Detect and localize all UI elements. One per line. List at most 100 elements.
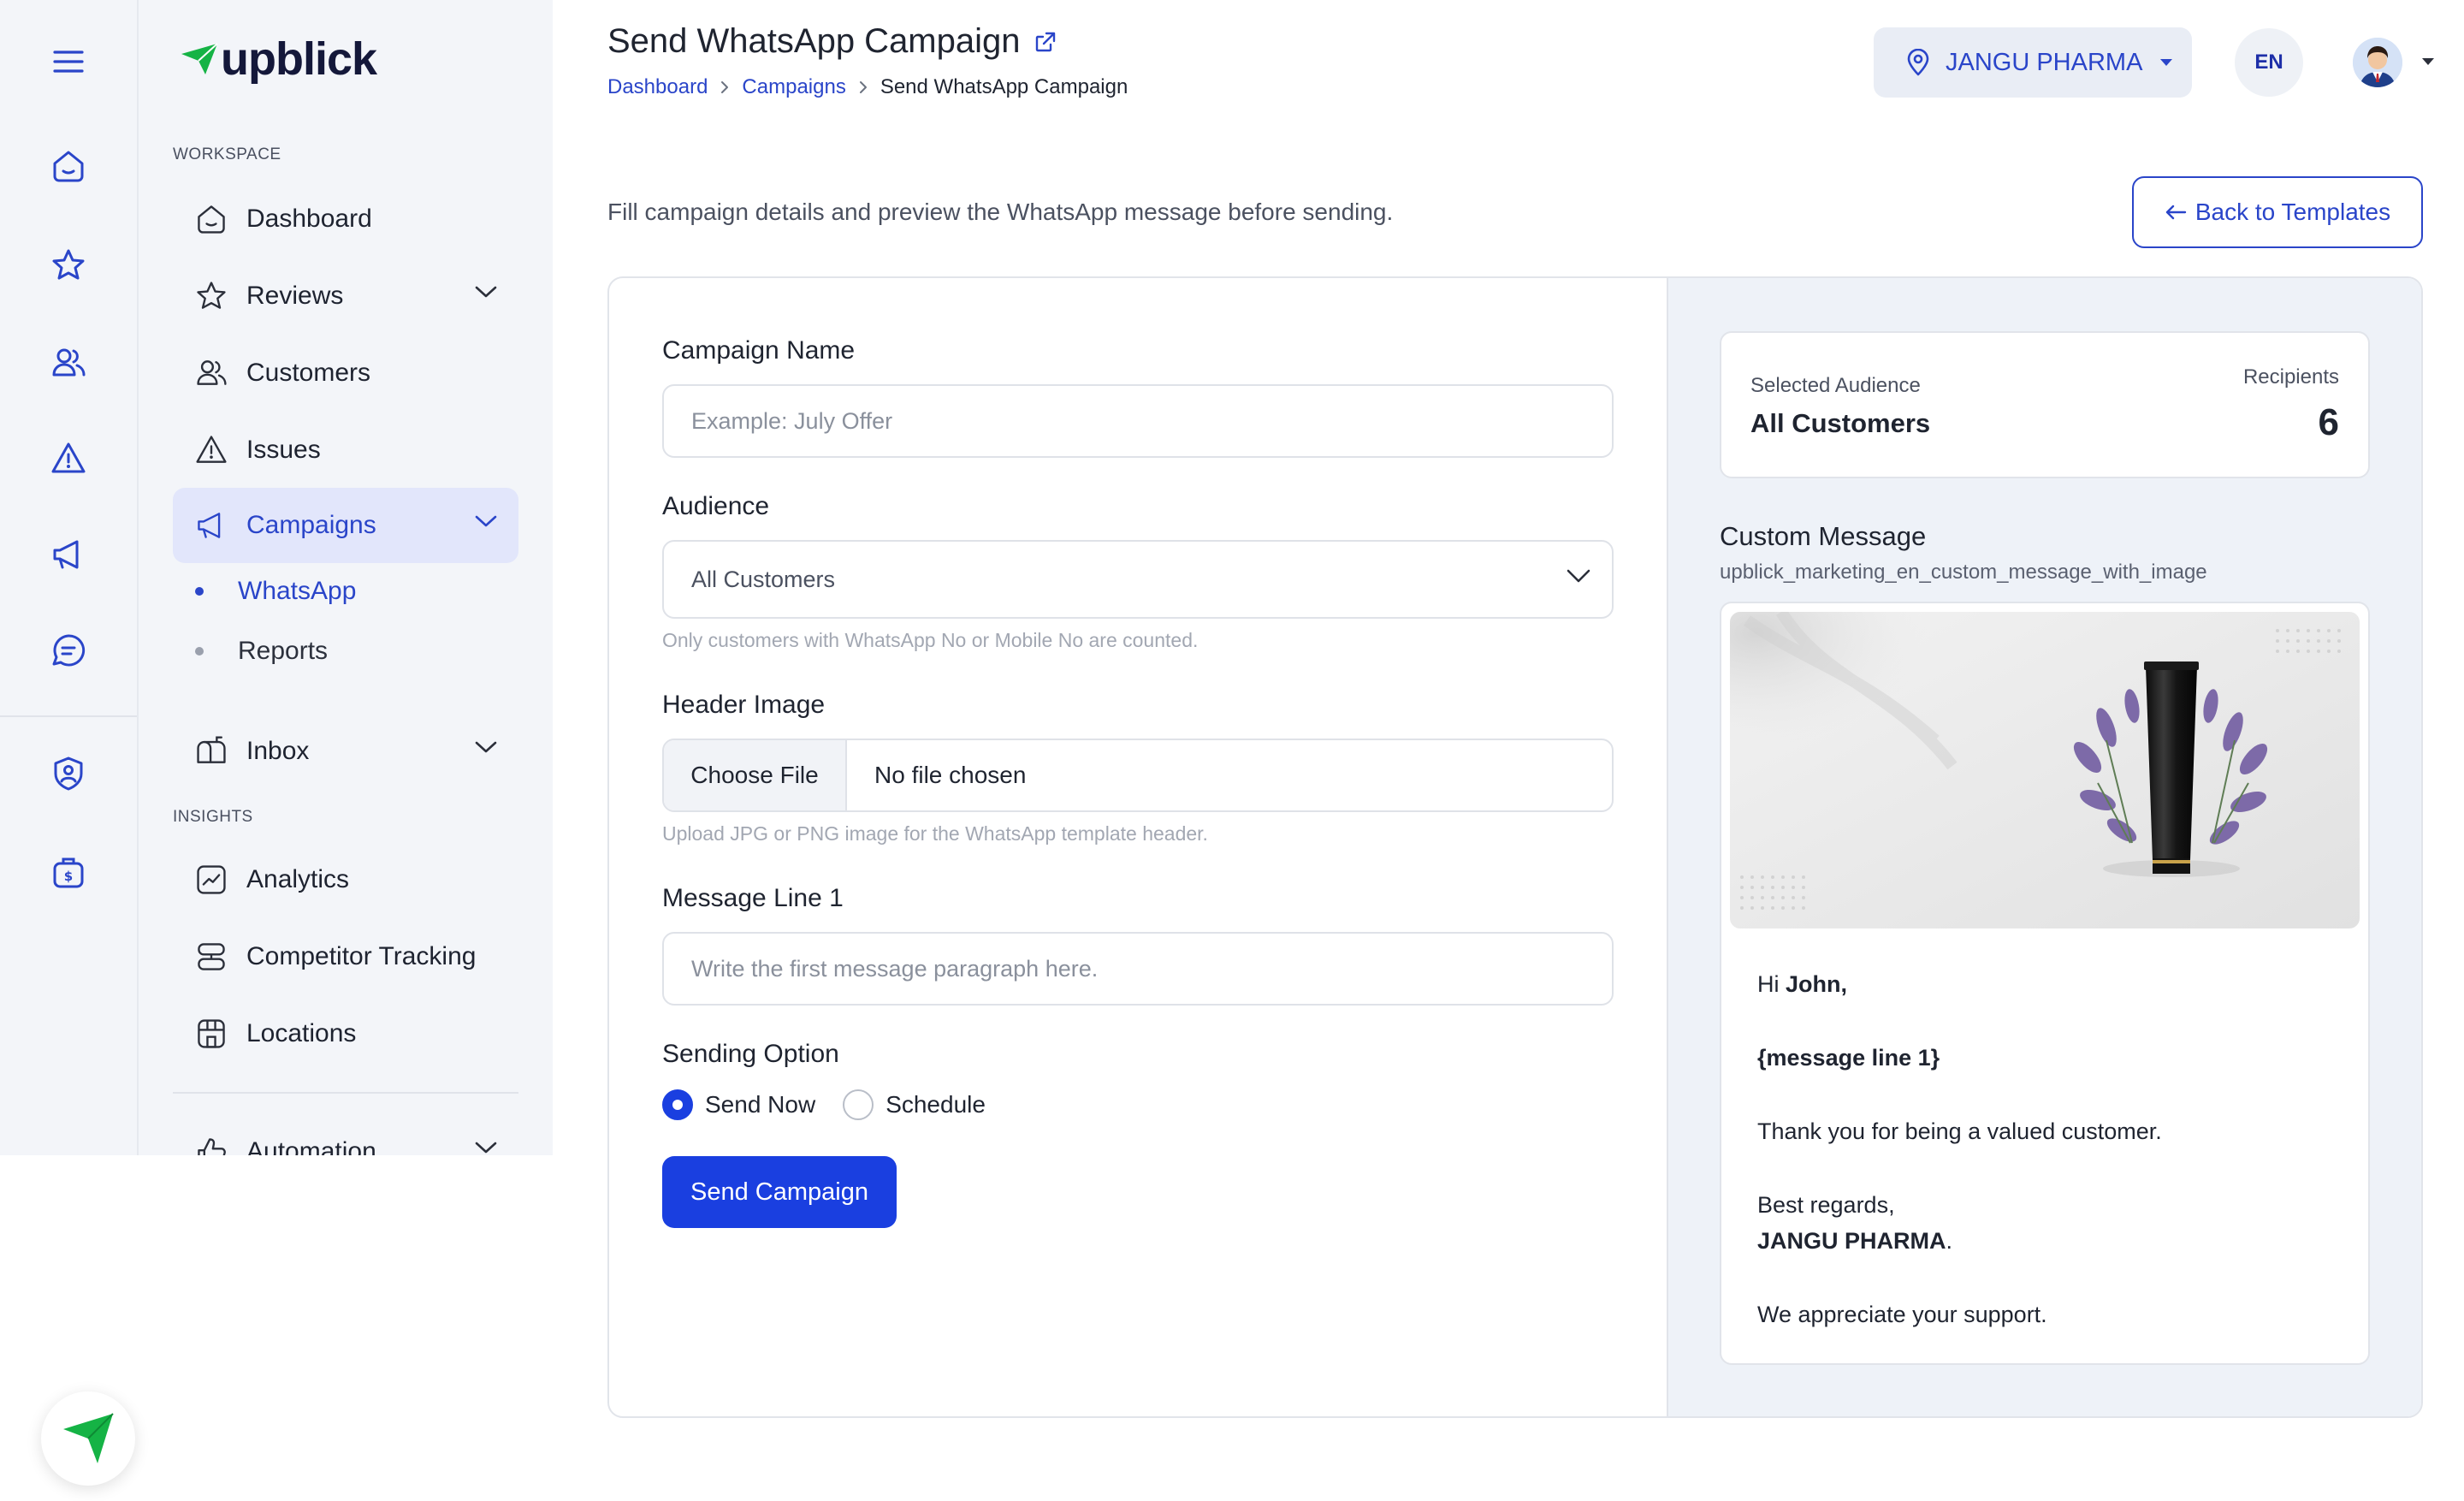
radio-schedule[interactable] bbox=[843, 1089, 874, 1120]
chevron-down-icon bbox=[474, 1140, 498, 1155]
server-icon bbox=[193, 939, 229, 975]
external-link-icon[interactable] bbox=[1034, 31, 1057, 53]
radio-send-now-label[interactable]: Send Now bbox=[705, 1091, 815, 1118]
store-icon bbox=[193, 1016, 229, 1052]
rail-divider bbox=[0, 715, 137, 717]
audience-select[interactable]: All Customers bbox=[662, 540, 1614, 619]
caret-down-icon bbox=[2160, 59, 2173, 66]
sidebar-divider bbox=[173, 1092, 518, 1094]
chat-icon[interactable] bbox=[39, 621, 98, 679]
message-placeholder-line: {message line 1} bbox=[1757, 1045, 1940, 1071]
chevron-down-icon bbox=[474, 284, 498, 300]
caret-down-icon[interactable] bbox=[2421, 57, 2435, 66]
message-closing: We appreciate your support. bbox=[1757, 1302, 2047, 1327]
language-switcher[interactable]: EN bbox=[2235, 28, 2303, 97]
audience-label: Audience bbox=[662, 492, 770, 520]
breadcrumb-dashboard[interactable]: Dashboard bbox=[607, 75, 708, 99]
campaign-name-label: Campaign Name bbox=[662, 336, 856, 365]
sidebar-item-label: Dashboard bbox=[246, 205, 372, 233]
star-icon[interactable] bbox=[39, 236, 98, 294]
audience-summary-card: Selected Audience All Customers Recipien… bbox=[1720, 331, 2370, 478]
audience-help-text: Only customers with WhatsApp No or Mobil… bbox=[662, 629, 1199, 651]
sidebar-item-locations[interactable]: Locations bbox=[173, 996, 518, 1071]
warning-icon bbox=[193, 432, 229, 468]
bullet-dot bbox=[195, 647, 204, 656]
sidebar-item-campaigns[interactable]: Campaigns bbox=[173, 488, 518, 563]
section-label-insights: INSIGHTS bbox=[173, 808, 253, 826]
avatar[interactable] bbox=[2353, 38, 2402, 87]
chevron-down-icon bbox=[1566, 567, 1591, 584]
home-icon bbox=[193, 201, 229, 237]
map-pin-icon bbox=[1907, 49, 1929, 76]
back-button-label: Back to Templates bbox=[2194, 199, 2391, 225]
campaign-name-input[interactable]: Example: July Offer bbox=[662, 384, 1614, 458]
thumb-icon bbox=[193, 1134, 229, 1155]
chart-icon bbox=[193, 862, 229, 898]
sidebar-item-competitor-tracking[interactable]: Competitor Tracking bbox=[173, 919, 518, 994]
upblick-logo[interactable]: upblick bbox=[180, 33, 377, 86]
radio-schedule-label[interactable]: Schedule bbox=[886, 1091, 986, 1118]
message-line-input[interactable]: Write the first message paragraph here. bbox=[662, 932, 1614, 1006]
message-greeting: Hi John, bbox=[1757, 971, 1847, 997]
home-icon[interactable] bbox=[39, 137, 98, 195]
sidebar-subitem-label: Reports bbox=[238, 637, 329, 665]
sidebar-item-label: Automation bbox=[246, 1137, 376, 1155]
mailbox-icon bbox=[193, 733, 229, 769]
page-title-text: Send WhatsApp Campaign bbox=[607, 22, 1021, 60]
chevron-down-icon bbox=[474, 739, 498, 755]
sidebar-item-reviews[interactable]: Reviews bbox=[173, 258, 518, 334]
header-image-file-input[interactable]: Choose File No file chosen bbox=[662, 739, 1614, 812]
campaign-card: Campaign Name Example: July Offer Audien… bbox=[607, 276, 2423, 1418]
file-name-text: No file chosen bbox=[874, 762, 1027, 788]
sidebar-item-dashboard[interactable]: Dashboard bbox=[173, 181, 518, 257]
sidebar-subitem-whatsapp[interactable]: WhatsApp bbox=[195, 577, 356, 606]
audience-selected-value: All Customers bbox=[691, 566, 836, 592]
header-image-preview bbox=[1730, 612, 2360, 928]
selected-audience-value: All Customers bbox=[1750, 408, 1931, 438]
star-icon bbox=[193, 278, 229, 314]
breadcrumb-campaigns[interactable]: Campaigns bbox=[742, 75, 845, 99]
billing-icon[interactable]: $ bbox=[39, 844, 98, 902]
location-selector[interactable]: JANGU PHARMA bbox=[1874, 27, 2192, 98]
template-name: upblick_marketing_en_custom_message_with… bbox=[1720, 561, 2207, 584]
send-campaign-button[interactable]: Send Campaign bbox=[662, 1156, 897, 1228]
sidebar-item-label: Analytics bbox=[246, 865, 350, 893]
breadcrumb: Dashboard Campaigns Send WhatsApp Campai… bbox=[607, 75, 1128, 99]
sidebar-subitem-label: WhatsApp bbox=[238, 577, 357, 605]
header-image-help-text: Upload JPG or PNG image for the WhatsApp… bbox=[662, 822, 1208, 845]
sidebar-item-label: Customers bbox=[246, 359, 371, 387]
sidebar-item-inbox[interactable]: Inbox bbox=[173, 714, 518, 789]
sidebar-item-analytics[interactable]: Analytics bbox=[173, 842, 518, 917]
radio-send-now[interactable] bbox=[662, 1089, 693, 1120]
logo-text: upblick bbox=[221, 33, 377, 85]
icon-rail: $ bbox=[0, 0, 139, 1155]
shield-user-icon[interactable] bbox=[39, 745, 98, 803]
selected-audience-label: Selected Audience bbox=[1750, 374, 1921, 397]
sidebar-subitem-reports[interactable]: Reports bbox=[195, 637, 328, 666]
users-icon bbox=[193, 355, 229, 391]
menu-icon[interactable] bbox=[39, 33, 98, 91]
whatsapp-message-preview: Hi John, {message line 1} Thank you for … bbox=[1720, 602, 2370, 1365]
sidebar-item-customers[interactable]: Customers bbox=[173, 335, 518, 411]
users-icon[interactable] bbox=[39, 334, 98, 392]
back-to-templates-button[interactable]: Back to Templates bbox=[2132, 176, 2423, 248]
page-title: Send WhatsApp Campaign bbox=[607, 22, 1057, 61]
megaphone-icon[interactable] bbox=[39, 525, 98, 584]
choose-file-button[interactable]: Choose File bbox=[664, 740, 847, 810]
svg-text:$: $ bbox=[64, 869, 73, 884]
floating-assistant-button[interactable] bbox=[41, 1391, 135, 1486]
arrow-left-icon bbox=[2165, 205, 2187, 220]
warning-icon[interactable] bbox=[39, 430, 98, 488]
user-avatar-icon bbox=[2353, 38, 2402, 87]
bullet-dot bbox=[195, 587, 204, 596]
sidebar-item-label: Reviews bbox=[246, 282, 344, 310]
sidebar: upblick WORKSPACE Dashboard Reviews Cust… bbox=[139, 0, 553, 1155]
logo-arrow-icon bbox=[181, 43, 218, 74]
sidebar-item-issues[interactable]: Issues bbox=[173, 412, 518, 488]
message-thanks: Thank you for being a valued customer. bbox=[1757, 1118, 2162, 1144]
sidebar-item-automation[interactable]: Automation bbox=[173, 1114, 518, 1155]
message-preview-pane: Selected Audience All Customers Recipien… bbox=[1667, 278, 2421, 1416]
sending-option-group: Send Now Schedule bbox=[662, 1089, 1013, 1120]
sidebar-item-label: Issues bbox=[246, 436, 321, 464]
chevron-right-icon bbox=[721, 81, 729, 93]
